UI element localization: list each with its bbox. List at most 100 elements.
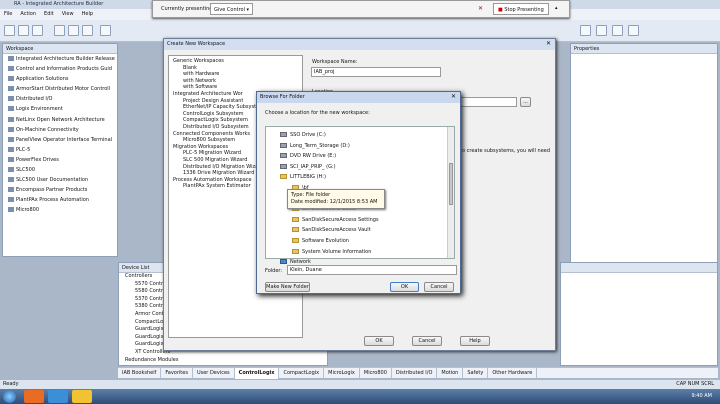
workspace-name-input[interactable]: IAB_proj [311,67,441,77]
tool-icon[interactable] [628,25,639,36]
template-item[interactable]: with Software [169,84,302,91]
workspace-item[interactable]: PowerFlex Drives [3,155,117,165]
properties-title: Properties [571,44,717,54]
folder-item[interactable]: DVD RW Drive (E:) [266,151,454,162]
device-item-label: 5570 Contr [135,280,164,287]
bottom-tab[interactable]: MicroLogix [324,368,360,379]
template-item[interactable]: Generic Workspaces [169,58,302,65]
cancel-button[interactable]: Cancel [424,282,454,292]
workspace-item[interactable]: Micro800 [3,205,117,215]
template-item[interactable]: with Hardware [169,71,302,78]
taskbar-app-icon[interactable] [48,390,68,403]
bottom-tab[interactable]: Motion [437,368,464,379]
workspace-item[interactable]: ArmorStart Distributed Motor Controll [3,84,117,94]
start-button[interactable] [3,390,16,403]
workspace-item[interactable]: Application Solutions [3,74,117,84]
device-item[interactable]: Redundance Modules [125,357,327,365]
workspace-item[interactable]: SLC500 User Documentation [3,175,117,185]
layout-icon[interactable] [68,25,79,36]
workspace-item[interactable]: Distributed I/O [3,94,117,104]
collapse-icon[interactable]: ▴ [555,5,558,11]
workspace-item[interactable]: PLC-5 [3,145,117,155]
folder-tooltip: Type: File folder Date modified: 12/1/20… [287,189,385,209]
template-item[interactable]: with Network [169,78,302,85]
close-icon[interactable]: ✕ [478,5,483,12]
book-icon [8,76,14,82]
template-item-label: Connected Components Works [173,130,251,137]
bottom-tab[interactable]: Micro800 [360,368,392,379]
workspace-item[interactable]: Encompass Partner Products [3,185,117,195]
menu-help[interactable]: Help [78,11,97,17]
workspace-pane-title: Workspace [3,44,117,54]
ok-button[interactable]: OK [364,336,394,346]
give-control-dropdown[interactable]: Give Control ▾ [210,3,254,15]
bottom-tab[interactable]: CompactLogix [279,368,325,379]
taskbar-app-icon[interactable] [24,390,44,403]
bottom-tab[interactable]: Distributed I/O [392,368,438,379]
tool-icon[interactable] [596,25,607,36]
workspace-item-label: On-Machine Connectivity [16,126,79,133]
tool-icon[interactable] [100,25,111,36]
folder-icon [292,248,299,254]
menu-edit[interactable]: Edit [40,11,58,17]
ok-button[interactable]: OK [390,282,419,292]
tool-icon[interactable] [580,25,591,36]
workspace-item[interactable]: SLC500 [3,165,117,175]
folder-icon [292,227,299,233]
tooltip-date: Date modified: 12/1/2015 8:53 AM [291,199,378,205]
template-item[interactable]: Blank [169,65,302,72]
close-icon[interactable]: ✕ [451,93,456,100]
stop-presenting-button[interactable]: ■ Stop Presenting [493,3,549,15]
drive-icon [280,132,287,137]
tree-scrollbar[interactable] [447,127,454,258]
layout-icon[interactable] [82,25,93,36]
folder-item[interactable]: SanDiskSecureAccess Vault [266,225,454,236]
folder-item-label: Software Evolution [302,237,349,244]
folder-item[interactable]: Long_Term_Storage (D:) [266,141,454,152]
template-item-label: EtherNet/IP Capacity Subsyst [183,104,257,111]
workspace-item[interactable]: Logix Environment [3,104,117,114]
menu-file[interactable]: File [0,11,16,17]
workspace-item[interactable]: NetLinx Open Network Architecture [3,115,117,125]
help-button[interactable]: Help [460,336,490,346]
workspace-item[interactable]: On-Machine Connectivity [3,125,117,135]
workspace-item[interactable]: PlantPAx Process Automation [3,195,117,205]
book-icon [8,167,14,173]
folder-item[interactable]: SSO Drive (C:) [266,130,454,141]
taskbar-app-icon[interactable] [72,390,92,403]
device-item-label: Redundance Modules [125,356,179,363]
menu-view[interactable]: View [58,11,78,17]
make-new-folder-button[interactable]: Make New Folder [265,282,310,292]
stop-presenting-label: Stop Presenting [504,7,544,13]
workspace-item-label: Encompass Partner Products [16,187,88,194]
bottom-tab[interactable]: Other Hardware [488,368,538,379]
bottom-tab[interactable]: Safety [463,368,489,379]
save-icon[interactable] [32,25,43,36]
bottom-tab[interactable]: User Devices [193,368,235,379]
workspace-item[interactable]: PanelView Operator Interface Terminal [3,135,117,145]
folder-item[interactable]: SCI_IAP_PRIP_ (G:) [266,162,454,173]
tool-icon[interactable] [612,25,623,36]
bottom-tab[interactable]: ControlLogix [234,368,280,379]
open-icon[interactable] [18,25,29,36]
browse-button[interactable]: ... [520,97,531,107]
bottom-tab[interactable]: Favorites [161,368,193,379]
folder-input[interactable]: Klein, Duane [287,265,457,275]
bottom-tab[interactable]: IAB Bookshelf [118,368,162,379]
layout-icon[interactable] [54,25,65,36]
folder-item[interactable]: Software Evolution [266,236,454,247]
cancel-button[interactable]: Cancel [412,336,442,346]
template-item-label: Blank [183,64,197,71]
workspace-item[interactable]: Integrated Architecture Builder Release [3,54,117,64]
folder-label: Folder: [265,268,283,274]
menu-action[interactable]: Action [16,11,40,17]
drive-icon [280,163,287,169]
workspace-item[interactable]: Control and Information Products Guid [3,64,117,74]
workspace-pane: Workspace Integrated Architecture Builde… [2,43,118,257]
folder-item[interactable]: SanDiskSecureAccess Settings [266,215,454,226]
close-icon[interactable]: ✕ [546,40,551,47]
template-item-label: ControlLogix Subsystem [183,110,244,117]
folder-item[interactable]: System Volume Information [266,247,454,258]
folder-item[interactable]: LITTLEBIG (H:) [266,172,454,183]
new-icon[interactable] [4,25,15,36]
